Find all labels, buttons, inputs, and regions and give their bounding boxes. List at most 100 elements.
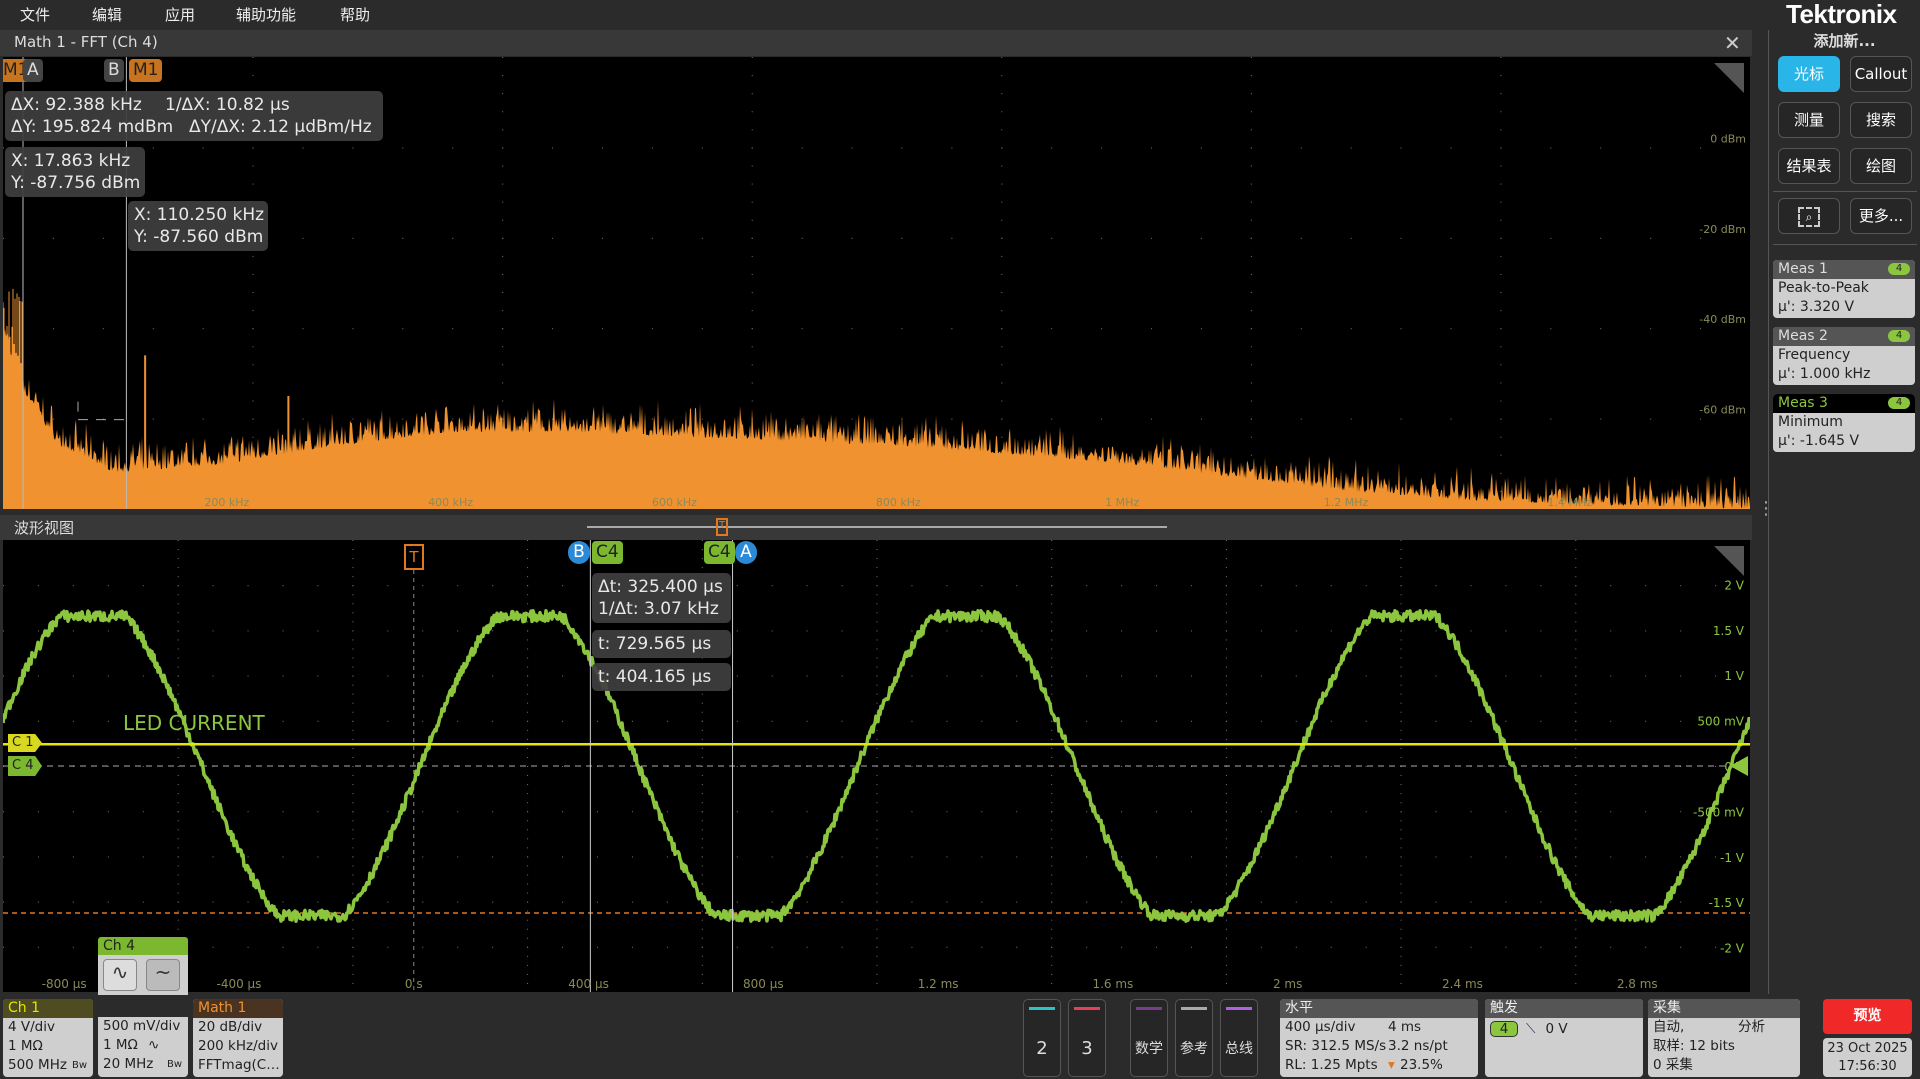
cursor-a-tag[interactable]: A bbox=[23, 59, 43, 82]
more-button[interactable]: 更多... bbox=[1850, 198, 1912, 234]
grid-dot bbox=[1400, 802, 1402, 804]
grid-dot bbox=[1500, 183, 1502, 185]
meas-1-card[interactable]: Meas 1 4 Peak-to-Peak µ': 3.320 V bbox=[1773, 260, 1915, 318]
grid-dot bbox=[1330, 720, 1332, 722]
fft-pane-title[interactable]: Math 1 - FFT (Ch 4) bbox=[0, 30, 1752, 56]
led-current-label[interactable]: LED CURRENT bbox=[123, 711, 265, 735]
ch4-offset-marker[interactable]: C 4 bbox=[8, 756, 42, 776]
grid-dot bbox=[1051, 892, 1053, 894]
add-ch2-button[interactable]: 2 bbox=[1023, 999, 1061, 1077]
trigger-badge[interactable]: 触发 4 ⟍ 0 V bbox=[1485, 999, 1643, 1077]
math1-badge[interactable]: Math 1 20 dB/div 200 kHz/div FFTmag(C… bbox=[193, 999, 283, 1077]
grid-dot bbox=[1151, 237, 1153, 239]
marker-m1[interactable]: M1 bbox=[129, 59, 163, 82]
grid-dot bbox=[1365, 856, 1367, 858]
grid-dot bbox=[1500, 237, 1502, 239]
grid-dot bbox=[1086, 856, 1088, 858]
grid-dot bbox=[1086, 630, 1088, 632]
callout-button[interactable]: Callout bbox=[1850, 56, 1912, 92]
cursor-b-tag[interactable]: B bbox=[104, 59, 124, 82]
grid-dot bbox=[317, 720, 319, 722]
trigger-level-arrow-icon[interactable] bbox=[1730, 756, 1748, 776]
waveform-smooth-icon[interactable]: ~ bbox=[146, 959, 180, 991]
grid-dot bbox=[801, 328, 803, 330]
zoom-select-button[interactable]: ⌕ bbox=[1778, 198, 1840, 234]
search-button[interactable]: 搜索 bbox=[1850, 102, 1912, 138]
grid-dot bbox=[302, 418, 304, 420]
grid-dot bbox=[352, 147, 354, 149]
scrollbar-trigger-handle[interactable]: T bbox=[716, 518, 728, 536]
meas-3-card[interactable]: Meas 3 4 Minimum µ': -1.645 V bbox=[1773, 394, 1915, 452]
grid-dot bbox=[282, 585, 284, 587]
zoom-corner-icon[interactable] bbox=[1714, 63, 1744, 93]
menu-utility[interactable]: 辅助功能 bbox=[236, 4, 296, 25]
waveform-sine-icon[interactable]: ∿ bbox=[103, 959, 137, 991]
grid-dot bbox=[247, 946, 249, 948]
grid-dot bbox=[1400, 874, 1402, 876]
results-table-button[interactable]: 结果表 bbox=[1778, 148, 1840, 184]
add-bus-button[interactable]: 总线 bbox=[1220, 999, 1258, 1077]
grid-dot bbox=[701, 729, 703, 731]
grid-dot bbox=[1400, 585, 1402, 587]
close-icon[interactable]: ✕ bbox=[1724, 31, 1741, 55]
meas-2-card[interactable]: Meas 2 4 Frequency µ': 1.000 kHz bbox=[1773, 327, 1915, 385]
grid-dot bbox=[876, 666, 878, 668]
grid-dot bbox=[72, 585, 74, 587]
grid-dot bbox=[1051, 847, 1053, 849]
fft-x-tick-label: 800 kHz bbox=[876, 496, 921, 509]
acquisition-badge[interactable]: 采集 自动, 分析 取样: 12 bits 0 采集 bbox=[1648, 999, 1800, 1077]
add-math-button[interactable]: 数学 bbox=[1130, 999, 1168, 1077]
grid-dot bbox=[457, 901, 459, 903]
measure-button[interactable]: 测量 bbox=[1778, 102, 1840, 138]
cursor-button[interactable]: 光标 bbox=[1778, 56, 1840, 92]
ch1-badge[interactable]: Ch 1 4 V/div 1 MΩ 500 MHz Bw bbox=[3, 999, 93, 1077]
grid-dot bbox=[911, 585, 913, 587]
cursor-b-ch4-tag[interactable]: C4 bbox=[592, 541, 623, 564]
menu-edit[interactable]: 编辑 bbox=[92, 4, 122, 25]
grid-dot bbox=[1715, 675, 1717, 677]
menu-apps[interactable]: 应用 bbox=[165, 4, 195, 25]
grid-dot bbox=[1156, 630, 1158, 632]
grid-dot bbox=[3, 237, 4, 239]
grid-dot bbox=[1101, 237, 1103, 239]
date-time-display[interactable]: 23 Oct 2025 17:56:30 bbox=[1823, 1038, 1912, 1077]
grid-dot bbox=[177, 883, 179, 885]
cursor-a-ch4-tag[interactable]: C4 bbox=[704, 541, 735, 564]
grid-dot bbox=[1715, 856, 1717, 858]
grid-dot bbox=[177, 603, 179, 605]
menu-file[interactable]: 文件 bbox=[20, 4, 50, 25]
preview-button[interactable]: 预览 bbox=[1823, 999, 1912, 1034]
zoom-select-icon: ⌕ bbox=[1798, 207, 1820, 227]
horizontal-scrollbar[interactable] bbox=[587, 526, 1167, 528]
grid-dot bbox=[911, 946, 913, 948]
grid-dot bbox=[1225, 576, 1227, 578]
grid-dot bbox=[771, 946, 773, 948]
grid-dot bbox=[1575, 621, 1577, 623]
grid-dot bbox=[1260, 811, 1262, 813]
grid-dot bbox=[736, 856, 738, 858]
add-ref-button[interactable]: 参考 bbox=[1175, 999, 1213, 1077]
grid-dot bbox=[252, 165, 254, 167]
grid-dot bbox=[1225, 937, 1227, 939]
waveform-plot[interactable]: -800 µs -400 µs 0 s 400 µs 800 µs 1.2 ms 1.6 m… bbox=[3, 540, 1750, 992]
grid-dot bbox=[1550, 237, 1552, 239]
inverse-delta-x-value: 1/ΔX: 10.82 µs bbox=[165, 95, 290, 115]
add-ch3-button[interactable]: 3 bbox=[1068, 999, 1106, 1077]
grid-dot bbox=[352, 802, 354, 804]
grid-dot bbox=[527, 540, 529, 541]
cursor-a-tag[interactable]: A bbox=[735, 541, 757, 564]
horizontal-badge[interactable]: 水平 400 µs/div 4 ms SR: 312.5 MS/s 3.2 ns/p… bbox=[1280, 999, 1478, 1077]
trigger-position-marker[interactable]: T bbox=[404, 544, 424, 570]
pane-resize-handle[interactable]: ⋮ bbox=[1757, 498, 1775, 519]
fft-plot[interactable]: 200 kHz 400 kHz 600 kHz 800 kHz 1 MHz 1.2 MHz… bbox=[3, 57, 1750, 509]
zoom-corner-icon[interactable] bbox=[1714, 546, 1744, 576]
ch4-badge[interactable]: 500 mV/div 1 MΩ ∿ 20 MHz Bw bbox=[98, 1017, 188, 1077]
grid-dot bbox=[177, 621, 179, 623]
ch1-offset-marker[interactable]: C 1 bbox=[8, 734, 42, 752]
sample-rate: SR: 312.5 MS/s bbox=[1285, 1038, 1387, 1054]
grid-dot bbox=[751, 57, 753, 58]
menu-help[interactable]: 帮助 bbox=[340, 4, 370, 25]
cursor-crosshair bbox=[77, 401, 128, 421]
cursor-b-tag[interactable]: B bbox=[568, 541, 590, 564]
plot-button[interactable]: 绘图 bbox=[1850, 148, 1912, 184]
